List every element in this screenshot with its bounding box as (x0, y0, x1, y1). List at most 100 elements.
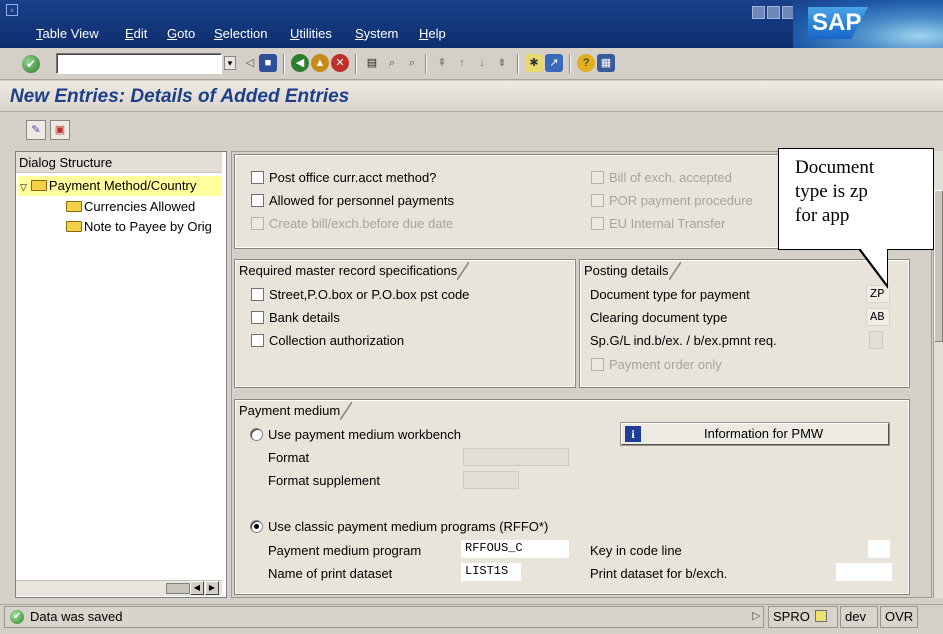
payment-order-only-checkbox (591, 358, 604, 371)
post-office-label: Post office curr.acct method? (269, 170, 437, 185)
find-next-icon[interactable]: ⌕ (403, 54, 421, 72)
callout-text: Document type is zp for app (795, 156, 927, 228)
dialog-horizontal-scrollbar[interactable]: ◀ ▶ (16, 580, 222, 596)
group-tab-edge (457, 262, 470, 280)
information-for-pmw-button[interactable]: i Information for PMW (620, 422, 890, 446)
use-pmw-label: Use payment medium workbench (268, 427, 461, 442)
status-message: Data was saved (30, 609, 123, 624)
scroll-left-icon[interactable]: ◀ (190, 581, 204, 595)
spgl-indicator-field[interactable] (869, 331, 883, 349)
cancel-icon[interactable]: ✕ (331, 54, 349, 72)
create-bill-exch-label: Create bill/exch.before due date (269, 216, 454, 231)
command-field[interactable] (56, 53, 222, 74)
menu-edit[interactable]: Edit (125, 26, 147, 42)
toolbar-separator (425, 54, 427, 74)
personnel-payments-checkbox[interactable] (251, 194, 264, 207)
display-change-icon[interactable]: ✎ (26, 120, 46, 140)
collection-authorization-checkbox[interactable] (251, 334, 264, 347)
status-mode[interactable]: OVR (880, 606, 918, 628)
find-icon[interactable]: ⌕ (383, 54, 401, 72)
status-system[interactable]: dev (840, 606, 878, 628)
menu-goto[interactable]: Goto (167, 26, 195, 42)
bill-exch-accepted-checkbox (591, 171, 604, 184)
callout-pointer-fill (860, 248, 887, 284)
por-payment-label: POR payment procedure (609, 193, 753, 208)
callout-line: type is zp (795, 181, 868, 202)
use-classic-programs-label: Use classic payment medium programs (RFF… (268, 519, 549, 534)
tree-item-note-to-payee[interactable]: Note to Payee by Orig (66, 217, 222, 237)
post-office-checkbox[interactable] (251, 171, 264, 184)
menu-help[interactable]: Help (419, 26, 446, 42)
last-page-icon[interactable]: ⇟ (493, 54, 511, 72)
print-dataset-label: Name of print dataset (268, 566, 393, 581)
payment-medium-program-field[interactable]: RFFOUS_C (461, 540, 569, 558)
use-pmw-radio[interactable] (250, 428, 263, 441)
print-dataset-bexch-field[interactable] (836, 563, 892, 581)
tree-item-label: Currencies Allowed (84, 199, 196, 214)
group-tab-edge (668, 262, 681, 280)
shortcut-icon[interactable]: ↗ (545, 54, 563, 72)
scroll-thumb[interactable] (166, 583, 190, 594)
layout-menu-icon[interactable]: ▦ (597, 54, 615, 72)
tree-item-label: Payment Method/Country (48, 178, 197, 193)
menu-system[interactable]: System (355, 26, 398, 42)
menu-table-view[interactable]: Table View (36, 26, 99, 42)
first-page-icon[interactable]: ⇞ (433, 54, 451, 72)
scroll-right-icon[interactable]: ▶ (205, 581, 219, 595)
previous-page-icon[interactable]: ↑ (453, 54, 471, 72)
info-icon: i (625, 426, 641, 442)
menu-utilities[interactable]: Utilities (290, 26, 332, 42)
create-bill-exch-checkbox (251, 217, 264, 230)
toolbar-separator (355, 54, 357, 74)
group-title-text: Payment medium (239, 403, 341, 418)
posting-details-title: Posting details (581, 262, 681, 280)
scroll-thumb[interactable] (934, 190, 943, 342)
delete-icon[interactable]: ▣ (50, 120, 70, 140)
status-expand-icon[interactable]: ▷ (748, 606, 768, 628)
print-dataset-field[interactable]: LIST1S (461, 563, 521, 581)
bill-exch-accepted-label: Bill of exch. accepted (609, 170, 732, 185)
clearing-document-type-field[interactable]: AB (866, 308, 890, 326)
command-history-icon[interactable]: ▾ (224, 56, 236, 70)
toolbar-separator (569, 54, 571, 74)
back-icon[interactable]: ◀ (291, 54, 309, 72)
create-session-icon[interactable]: ✱ (525, 54, 543, 72)
callout-line: for app (795, 205, 850, 226)
spgl-indicator-label: Sp.G/L ind.b/ex. / b/ex.pmnt req. (590, 333, 777, 348)
toolbar-separator (517, 54, 519, 74)
maximize-icon[interactable] (767, 6, 780, 19)
expand-triangle-icon[interactable]: ▽ (20, 182, 27, 192)
key-in-code-line-field[interactable] (868, 540, 890, 558)
help-icon[interactable]: ? (577, 54, 595, 72)
save-icon[interactable]: ■ (259, 54, 277, 72)
folder-icon (66, 201, 82, 212)
payment-order-only-label: Payment order only (609, 357, 722, 372)
format-supplement-field (463, 471, 519, 489)
enter-check-icon[interactable]: ✔ (22, 55, 40, 73)
eu-internal-transfer-checkbox (591, 217, 604, 230)
bank-details-checkbox[interactable] (251, 311, 264, 324)
tree-item-label: Note to Payee by Orig (84, 219, 212, 234)
format-supplement-label: Format supplement (268, 473, 380, 488)
group-title-text: Required master record specifications (239, 263, 458, 278)
print-icon[interactable]: ▤ (363, 54, 381, 72)
street-pobox-label: Street,P.O.box or P.O.box pst code (269, 287, 470, 302)
page-title: New Entries: Details of Added Entries (10, 86, 350, 107)
minimize-icon[interactable] (752, 6, 765, 19)
street-pobox-checkbox[interactable] (251, 288, 264, 301)
folder-icon (66, 221, 82, 232)
back-arrow-icon[interactable]: ◁ (241, 54, 259, 72)
tree-item-payment-method-country[interactable]: ▽ Payment Method/Country (20, 176, 196, 196)
status-transaction[interactable]: SPRO (768, 606, 838, 628)
tree-item-currencies-allowed[interactable]: Currencies Allowed (66, 197, 195, 217)
next-page-icon[interactable]: ↓ (473, 54, 491, 72)
menu-selection[interactable]: Selection (214, 26, 267, 42)
payment-medium-program-label: Payment medium program (268, 543, 422, 558)
exit-icon[interactable]: ▲ (311, 54, 329, 72)
system-menu-icon[interactable]: ▫ (6, 4, 18, 16)
pmw-button-label: Information for PMW (704, 426, 824, 441)
use-classic-programs-radio[interactable] (250, 520, 263, 533)
document-type-label: Document type for payment (590, 287, 750, 302)
success-check-icon: ✔ (10, 610, 24, 624)
bank-details-label: Bank details (269, 310, 340, 325)
